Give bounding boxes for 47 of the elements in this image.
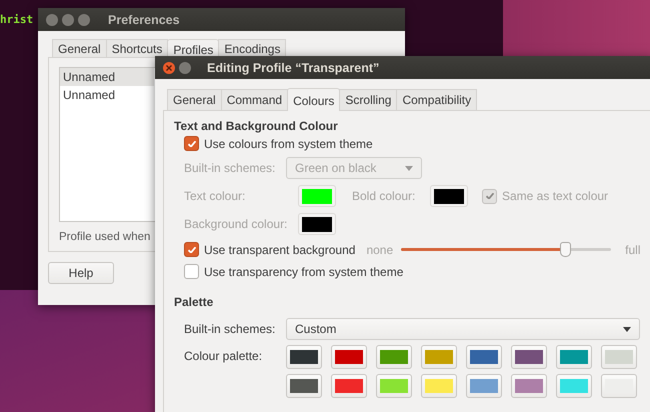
checkmark-icon (188, 140, 196, 146)
minimize-icon[interactable] (62, 14, 74, 26)
tab[interactable]: Compatibility (396, 89, 478, 110)
colour-button[interactable] (511, 345, 547, 369)
tab[interactable]: Command (220, 89, 288, 110)
close-icon[interactable] (46, 14, 58, 26)
section-heading: Palette (174, 295, 214, 309)
slider-label: full (625, 242, 640, 256)
checkmark-icon (188, 246, 196, 252)
checkbox[interactable] (184, 136, 199, 151)
checkbox-label: Same as text colour (502, 189, 608, 203)
tab[interactable]: Colours (287, 88, 340, 111)
close-icon[interactable] (163, 62, 175, 74)
field-label: Background colour: (184, 217, 288, 231)
caret-icon (623, 326, 631, 332)
window-title: Preferences (108, 12, 180, 26)
colour-button[interactable] (286, 345, 322, 369)
tab[interactable]: Encodings (218, 39, 286, 57)
colour-button[interactable] (286, 374, 322, 398)
tab[interactable]: Scrolling (339, 89, 398, 110)
checkbox-label: Use transparent background (204, 242, 356, 256)
minimize-icon[interactable] (179, 62, 191, 74)
profile-item[interactable]: Unnamed (60, 68, 154, 86)
help-button[interactable]: Help (48, 262, 114, 284)
checkbox[interactable] (184, 242, 199, 257)
field-label: Built-in schemes: (184, 322, 276, 336)
field-label: Text colour: (184, 189, 246, 203)
checkbox-label: Use colours from system theme (204, 136, 373, 150)
transparency-slider[interactable] (401, 242, 612, 257)
checkbox[interactable] (184, 264, 199, 279)
checkmark-icon (486, 193, 494, 199)
section-heading: Text and Background Colour (174, 119, 339, 133)
scheme-dropdown[interactable]: Custom (286, 318, 640, 340)
tab[interactable]: General (52, 39, 107, 57)
tab[interactable]: Shortcuts (106, 39, 168, 57)
field-label: Bold colour: (352, 189, 416, 203)
profile-note: Profile used when (59, 231, 150, 243)
checkbox-label: Use transparency from system theme (204, 264, 404, 278)
profile-item[interactable]: Unnamed (60, 86, 154, 104)
field-label: Colour palette: (184, 348, 264, 363)
terminal-text: hrist (0, 13, 34, 26)
field-label: Built-in schemes: (184, 161, 276, 175)
caret-icon (405, 166, 413, 170)
tab[interactable]: General (167, 89, 222, 110)
maximize-icon[interactable] (78, 14, 90, 26)
window-title: Editing Profile “Transparent” (207, 60, 380, 74)
slider-label: none (366, 242, 394, 256)
